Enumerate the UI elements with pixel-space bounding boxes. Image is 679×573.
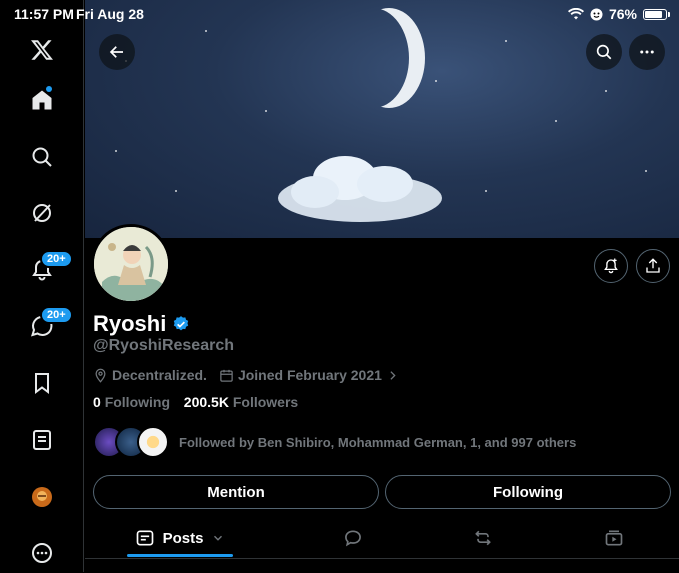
sidebar-item-account[interactable]: [22, 477, 62, 517]
share-button[interactable]: [636, 249, 670, 283]
home-unread-dot: [46, 86, 52, 92]
posts-icon: [136, 530, 153, 546]
status-time: 11:57 PM: [14, 6, 74, 22]
tab-replies[interactable]: [333, 517, 373, 559]
following-button[interactable]: Following: [385, 475, 671, 509]
sidebar-item-grok[interactable]: [22, 193, 62, 233]
cloud-image: [278, 156, 442, 222]
calendar-icon: [220, 369, 233, 382]
share-icon: [646, 258, 660, 273]
back-button[interactable]: [99, 34, 135, 70]
sidebar-item-lists[interactable]: [22, 420, 62, 460]
search-profile-button[interactable]: [586, 34, 622, 70]
x-logo[interactable]: [22, 30, 62, 70]
tab-media[interactable]: [594, 517, 634, 559]
arrow-left-icon: [109, 46, 123, 58]
bookmarks-icon: [35, 373, 49, 394]
follower-avatar: [137, 426, 169, 458]
profile-avatar[interactable]: [91, 224, 171, 304]
notifications-badge: 20+: [40, 250, 73, 268]
sidebar-item-home[interactable]: [22, 80, 62, 120]
chevron-down-icon: [214, 535, 223, 541]
verified-badge-icon: [174, 316, 189, 331]
wifi-icon: [567, 8, 584, 20]
ellipsis-icon: [640, 50, 654, 54]
bell-plus-icon: [604, 258, 618, 274]
messages-badge: 20+: [40, 306, 73, 324]
replies-icon: [345, 530, 361, 547]
profile-joined: Joined February 2021: [237, 367, 382, 383]
followers-link[interactable]: 200.5K Followers: [184, 394, 298, 410]
reposts-icon: [475, 530, 491, 546]
profile-banner: [85, 0, 679, 238]
followed-by-row[interactable]: Followed by Ben Shibiro, Mohammad German…: [93, 426, 576, 458]
tab-posts-label: Posts: [162, 529, 204, 547]
profile-name: Ryoshi: [93, 311, 190, 337]
battery-percent: 76%: [608, 6, 637, 22]
sidebar-item-search[interactable]: [22, 137, 62, 177]
location-pin-icon: [95, 368, 106, 383]
profile-main: Ryoshi @RyoshiResearch Decentralized. Jo…: [85, 0, 679, 572]
following-count: 0: [93, 394, 101, 410]
sidebar-item-notifications[interactable]: 20+: [22, 250, 73, 290]
profile-location: Decentralized.: [112, 367, 207, 383]
more-options-button[interactable]: [629, 34, 665, 70]
x-logo-icon: [31, 40, 53, 60]
more-icon: [32, 543, 52, 563]
tab-reposts[interactable]: [463, 517, 503, 559]
media-icon: [605, 530, 623, 546]
chevron-right-icon[interactable]: [386, 369, 399, 382]
following-label: Following: [104, 394, 171, 410]
profile-name-text: Ryoshi: [93, 311, 167, 336]
account-avatar: [32, 487, 52, 507]
profile-tabs: Posts: [85, 517, 679, 559]
profile-counts: 0 Following 200.5K Followers: [93, 394, 298, 410]
battery-icon: [643, 8, 670, 20]
lists-icon: [33, 430, 51, 450]
sidebar-item-more[interactable]: [22, 533, 62, 573]
followers-count: 200.5K: [183, 394, 229, 410]
status-date: Fri Aug 28: [76, 6, 144, 22]
tabs-divider: [85, 558, 679, 559]
tab-posts[interactable]: Posts: [127, 517, 233, 559]
active-tab-indicator: [127, 554, 233, 557]
mention-button[interactable]: Mention: [93, 475, 379, 509]
following-link[interactable]: 0 Following: [93, 394, 170, 410]
profile-handle: @RyoshiResearch: [93, 337, 234, 354]
sidebar-nav: 20+ 20+: [0, 0, 84, 572]
followed-by-text: Followed by Ben Shibiro, Mohammad German…: [179, 434, 577, 450]
profile-meta: Decentralized. Joined February 2021: [93, 367, 403, 383]
focus-icon: [590, 8, 603, 20]
search-icon: [596, 44, 612, 60]
sidebar-item-bookmarks[interactable]: [22, 363, 62, 403]
status-bar: 11:57 PM Fri Aug 28 76%: [0, 0, 679, 28]
followers-label: Followers: [232, 394, 299, 410]
sidebar-item-messages[interactable]: 20+: [22, 306, 73, 346]
notifications-toggle-button[interactable]: [594, 249, 628, 283]
grok-icon: [33, 204, 51, 222]
avatar-illustration: [94, 227, 168, 301]
search-icon: [32, 147, 52, 167]
